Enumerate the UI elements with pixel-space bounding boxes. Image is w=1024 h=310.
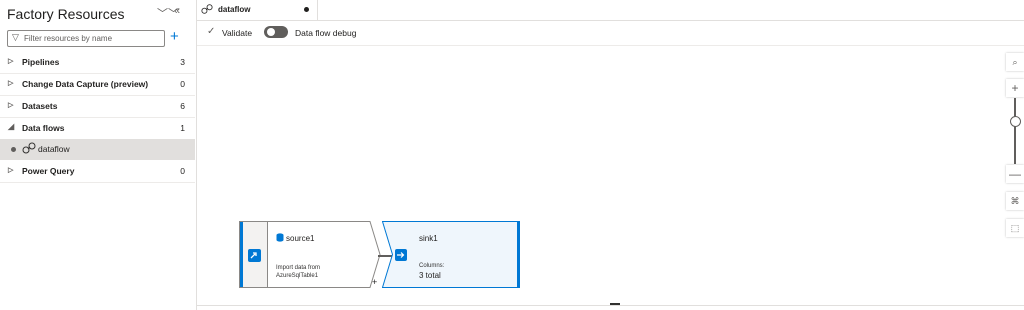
factory-resources-panel: Factory Resources ﹀﹀ « ▽ + ▷ Pipelines 3…	[0, 0, 197, 310]
source-node-title: source1	[286, 234, 315, 243]
filter-box: ▽	[7, 30, 165, 47]
tree-item-count: 1	[180, 123, 185, 133]
tree-item-power-query[interactable]: ▷ Power Query 0	[0, 161, 195, 183]
add-transform-button[interactable]: +	[372, 277, 377, 287]
tree-item-label: Power Query	[22, 166, 75, 176]
data-flow-debug-label: Data flow debug	[295, 28, 357, 38]
tab-bar: dataflow	[197, 0, 1024, 21]
tree-item-datasets[interactable]: ▷ Datasets 6	[0, 96, 195, 118]
unsaved-indicator[interactable]	[304, 7, 309, 12]
tree-item-label: dataflow	[38, 144, 70, 154]
tree-item-dataflow[interactable]: dataflow	[0, 139, 195, 160]
filter-resources-input[interactable]	[24, 31, 162, 46]
sink-columns-label: Columns:	[419, 263, 445, 269]
horizontal-scrollbar[interactable]	[197, 305, 1024, 306]
fit-to-screen-icon[interactable]: ⌘	[1006, 192, 1024, 210]
checkmark-icon: ✓	[207, 26, 216, 37]
validate-button[interactable]: Validate	[222, 28, 252, 38]
sink-node-handle[interactable]	[382, 221, 412, 288]
tree-item-count: 3	[180, 57, 185, 67]
select-icon[interactable]: ⬚	[1006, 219, 1024, 237]
filter-icon: ▽	[12, 32, 19, 42]
source-node-dataset: AzureSqlTable1	[276, 273, 319, 279]
tree-item-label: Change Data Capture (preview)	[22, 79, 149, 89]
source-node-handle[interactable]	[239, 221, 268, 288]
add-resource-button[interactable]: +	[170, 29, 179, 45]
search-icon[interactable]: ⌕	[1006, 53, 1024, 71]
chevron-right-icon: ▷	[8, 167, 14, 174]
zoom-slider-track[interactable]	[1014, 98, 1016, 164]
scrollbar-thumb[interactable]	[610, 303, 620, 305]
dataflow-icon	[22, 142, 36, 154]
zoom-out-icon[interactable]: —	[1006, 165, 1024, 183]
tree-item-change-data-capture[interactable]: ▷ Change Data Capture (preview) 0	[0, 74, 195, 96]
chevron-down-icon: ◢	[8, 122, 15, 131]
toolbar: ✓ Validate Data flow debug	[197, 21, 1024, 46]
source-node-subtitle: Import data from	[276, 265, 321, 271]
sink-columns-value: 3 total	[419, 271, 441, 280]
dataflow-icon	[201, 4, 213, 14]
double-chevron-left-icon[interactable]: «	[174, 5, 180, 17]
database-icon	[276, 233, 284, 242]
zoom-slider-thumb[interactable]	[1010, 116, 1021, 127]
chevron-right-icon: ▷	[8, 58, 14, 65]
tree-item-count: 0	[180, 79, 185, 89]
tab-dataflow[interactable]: dataflow	[197, 0, 318, 20]
panel-title: Factory Resources	[7, 6, 125, 22]
tree-item-count: 6	[180, 101, 185, 111]
tree-item-label: Datasets	[22, 101, 58, 111]
chevron-right-icon: ▷	[8, 80, 14, 87]
data-flow-debug-toggle[interactable]	[264, 26, 288, 38]
unsaved-dot	[11, 147, 16, 152]
sink-node[interactable]: sink1 Columns: 3 total	[411, 221, 520, 288]
tab-label: dataflow	[218, 5, 251, 14]
source-transform-icon	[248, 249, 261, 262]
sink-accent-bar	[517, 221, 520, 288]
chevron-right-icon: ▷	[8, 102, 14, 109]
tree-item-label: Pipelines	[22, 57, 60, 67]
tree-item-pipelines[interactable]: ▷ Pipelines 3	[0, 52, 195, 74]
tree-item-label: Data flows	[22, 123, 65, 133]
sink-node-title: sink1	[419, 234, 438, 243]
zoom-in-icon[interactable]: +	[1006, 79, 1024, 97]
tree-item-count: 0	[180, 166, 185, 176]
toggle-knob	[267, 28, 275, 36]
tree-item-data-flows[interactable]: ◢ Data flows 1	[0, 118, 195, 140]
source-accent-bar	[240, 222, 243, 287]
